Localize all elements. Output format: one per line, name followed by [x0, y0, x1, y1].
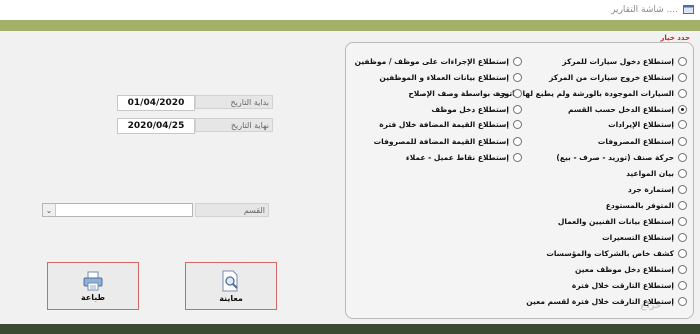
option-income-by-dept[interactable]: إستطلاع الدخل حسب القسم: [568, 103, 687, 115]
option-search-repair[interactable]: بحث بواسطة وصف الإصلاح: [408, 87, 522, 99]
start-date-label: بداية التاريخ: [195, 95, 273, 109]
radio-button[interactable]: [678, 184, 687, 194]
report-options-group: إستطلاع دخول سيارات للمركز إستطلاع خروج …: [345, 42, 694, 319]
radio-button[interactable]: [678, 88, 687, 98]
option-employee-income[interactable]: إستطلاع دخل موظف معين: [575, 263, 687, 275]
radio-button[interactable]: [678, 296, 687, 306]
radio-button[interactable]: [513, 88, 522, 98]
radio-button[interactable]: [678, 152, 687, 162]
radio-button[interactable]: [678, 216, 687, 226]
radio-button[interactable]: [678, 72, 687, 82]
option-item-movement[interactable]: حركة صنف (توريد - صرف - بيع): [556, 151, 687, 163]
footer-strip: [0, 324, 700, 334]
radio-button[interactable]: [513, 72, 522, 82]
department-select[interactable]: ⌄: [42, 203, 193, 217]
radio-button[interactable]: [678, 200, 687, 210]
radio-button[interactable]: [513, 119, 522, 129]
option-vat-expenses[interactable]: إستطلاع القيمة المضافة للمصروفات: [374, 135, 522, 147]
radio-button[interactable]: [678, 280, 687, 290]
option-revenues[interactable]: إستطلاع الإيرادات: [608, 118, 687, 130]
option-employee-income-2[interactable]: إستطلاع دخل موظف: [431, 103, 522, 115]
radio-button[interactable]: [513, 136, 522, 146]
radio-button[interactable]: [678, 248, 687, 258]
option-cars-in-workshop[interactable]: السيارات الموجودة بالورشة ولم يطبع لها ف…: [496, 87, 687, 99]
radio-button[interactable]: [678, 264, 687, 274]
header-strip: [0, 20, 700, 31]
option-vat-period[interactable]: إستطلاع القيمة المضافة خلال فترة: [379, 118, 522, 130]
option-cars-in[interactable]: إستطلاع دخول سيارات للمركز: [562, 55, 687, 67]
preview-button[interactable]: معاينة: [185, 262, 277, 310]
radio-button[interactable]: [513, 104, 522, 114]
option-client-points[interactable]: إستطلاع نقاط عميل - عملاء: [406, 151, 522, 163]
option-target-period-dept[interactable]: إستطلاع التارقت خلال فترة لقسم معين: [526, 295, 687, 307]
choose-option-label: حدد خيار: [660, 34, 690, 42]
radio-button[interactable]: [513, 56, 522, 66]
radio-button[interactable]: [678, 232, 687, 242]
watermark-text: حراج: [640, 301, 662, 311]
window-title: شاشة التقارير ....: [611, 5, 678, 15]
window-icon: [683, 5, 694, 14]
radio-button[interactable]: [678, 104, 687, 114]
option-inventory-form[interactable]: إستمارة جرد: [628, 183, 687, 195]
option-companies-statement[interactable]: كشف خاص بالشركات والمؤسسات: [546, 247, 687, 259]
preview-button-label: معاينة: [219, 293, 243, 303]
option-warehouse-stock[interactable]: المتوفر بالمستودع: [606, 199, 687, 211]
option-cars-out[interactable]: إستطلاع خروج سيارات من المركز: [549, 71, 687, 83]
department-label: القسم: [195, 203, 269, 217]
option-clients-employees[interactable]: إستطلاع بيانات العملاء و الموظفين: [379, 71, 522, 83]
title-bar: شاشة التقارير ....: [0, 0, 700, 21]
preview-icon: [222, 270, 238, 291]
option-technicians-data[interactable]: إستطلاع بيانات الفنيين والعمال: [558, 215, 687, 227]
option-employee-procedures[interactable]: إستطلاع الإجراءات على موظف / موظفين: [355, 55, 522, 67]
print-button-label: طباعة: [80, 292, 106, 302]
print-button[interactable]: طباعة: [47, 262, 139, 310]
chevron-down-icon[interactable]: ⌄: [43, 204, 56, 216]
radio-button[interactable]: [678, 168, 687, 178]
printer-icon: [83, 271, 103, 290]
option-target-period[interactable]: إستطلاع التارقت خلال فترة: [572, 279, 687, 291]
radio-button[interactable]: [678, 56, 687, 66]
option-appointments[interactable]: بيان المواعيد: [626, 167, 687, 179]
radio-button[interactable]: [678, 119, 687, 129]
radio-button[interactable]: [678, 136, 687, 146]
option-pricing[interactable]: إستطلاع التسعيرات: [602, 231, 687, 243]
end-date-field[interactable]: 2020/04/25: [117, 118, 195, 134]
end-date-label: نهاية التاريخ: [195, 118, 273, 132]
start-date-field[interactable]: 01/04/2020: [117, 95, 195, 111]
option-expenses[interactable]: إستطلاع المصروفات: [598, 135, 687, 147]
radio-button[interactable]: [513, 152, 522, 162]
